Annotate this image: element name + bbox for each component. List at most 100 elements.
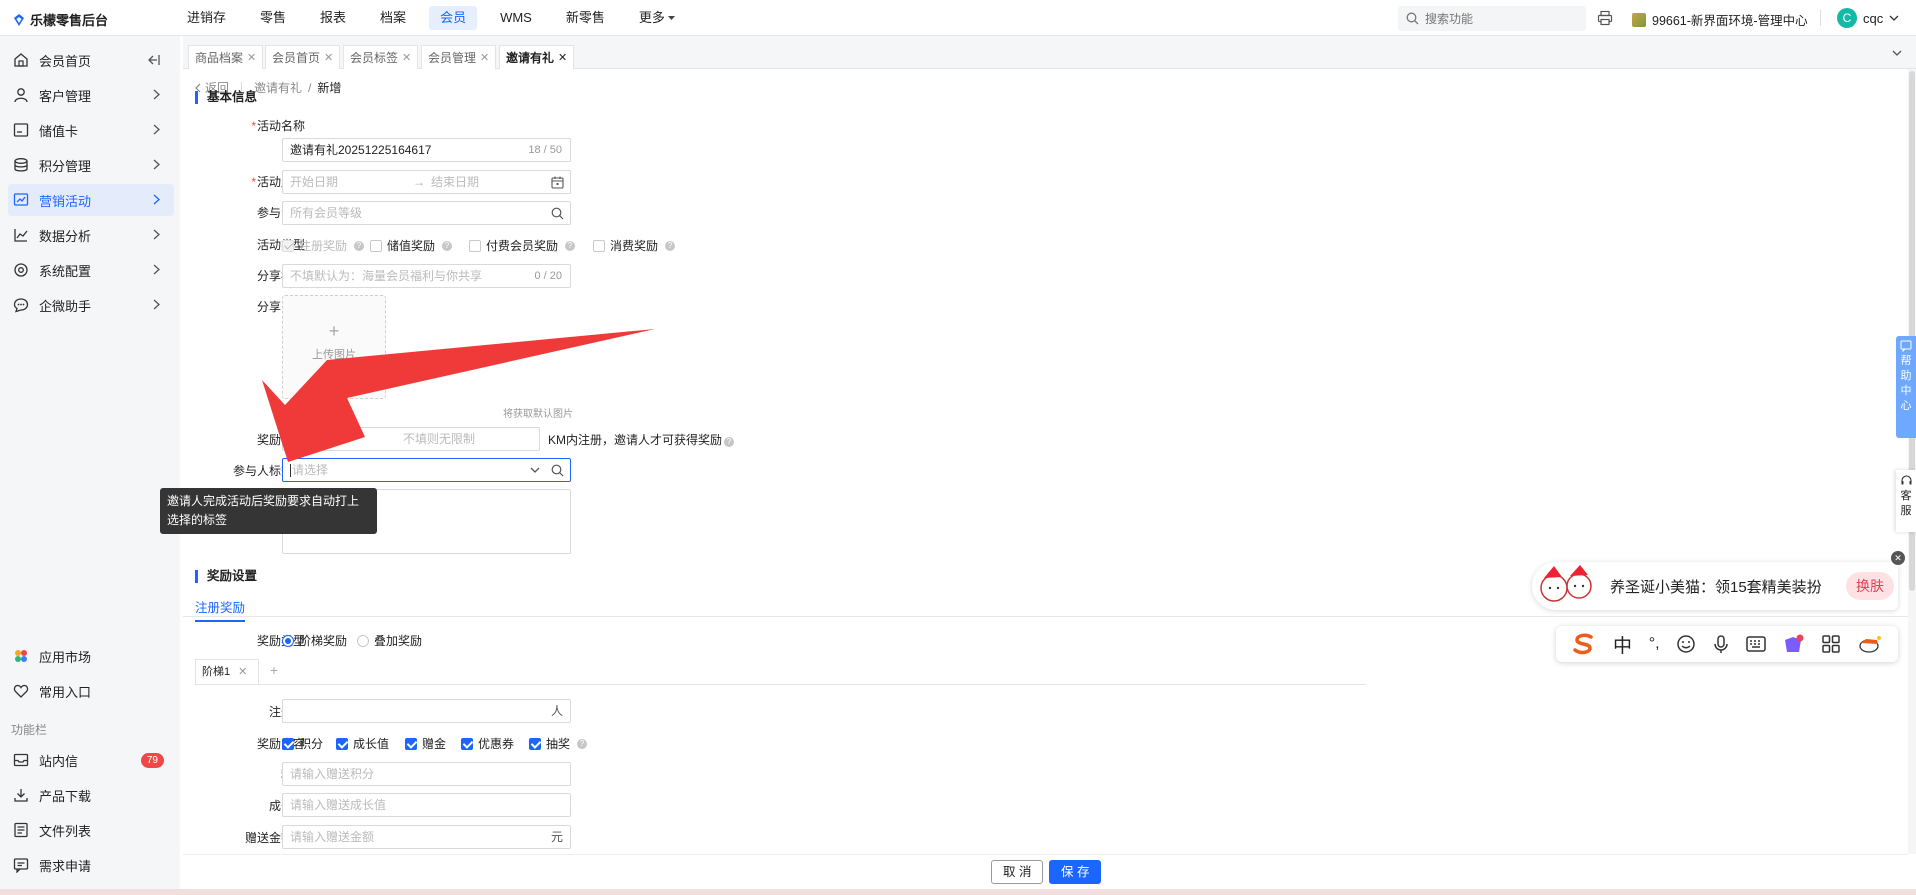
sidebar-item-file-list[interactable]: 文件列表 <box>8 814 174 846</box>
function-search[interactable] <box>1398 6 1586 31</box>
radio-stacked-reward[interactable]: 叠加奖励 <box>357 632 422 649</box>
sidebar-item-marketing[interactable]: 营销活动 <box>8 184 174 216</box>
nav-archive[interactable]: 档案 <box>369 6 417 30</box>
activity-name-input[interactable]: 邀请有礼20251225164617 18 / 50 <box>282 138 571 162</box>
search-icon[interactable] <box>551 464 564 477</box>
nav-wms[interactable]: WMS <box>489 6 543 30</box>
sidebar-item-customers[interactable]: 客户管理 <box>8 79 174 111</box>
tabs-dropdown-icon[interactable] <box>1892 50 1902 56</box>
tab-invite-gift[interactable]: 邀请有礼 ✕ <box>499 45 575 69</box>
content-growth-checkbox[interactable]: 成长值 <box>336 735 389 752</box>
sidebar-item-downloads[interactable]: 产品下载 <box>8 779 174 811</box>
scrollbar[interactable] <box>1908 69 1916 854</box>
content-coupon-checkbox[interactable]: 优惠券 <box>461 735 514 752</box>
content-lottery-checkbox[interactable]: 抽奖? <box>529 735 588 752</box>
help-center-button[interactable]: 帮助中心 <box>1896 336 1916 438</box>
participant-members-select[interactable]: 所有会员等级 <box>282 201 571 225</box>
sidebar-item-system-config[interactable]: 系统配置 <box>8 254 174 286</box>
tab-member-tags[interactable]: 会员标签 ✕ <box>343 45 419 69</box>
growth-input[interactable]: 请输入赠送成长值 <box>282 793 571 817</box>
sidebar-item-stored-card[interactable]: 储值卡 <box>8 114 174 146</box>
register-count-input[interactable]: 人 <box>282 699 571 723</box>
ime-punctuation-mode[interactable]: °, <box>1649 635 1660 653</box>
radio-tiered-reward[interactable]: 阶梯奖励 <box>282 632 347 649</box>
nav-more[interactable]: 更多 <box>628 6 686 30</box>
participant-tag-select[interactable]: 请选择 <box>282 458 571 482</box>
points-input[interactable]: 请输入赠送积分 <box>282 762 571 786</box>
type-paid-member-checkbox[interactable]: 付费会员奖励? <box>469 237 576 254</box>
skin-icon[interactable] <box>1782 634 1804 654</box>
sidebar-item-inbox[interactable]: 站内信 79 <box>8 744 174 776</box>
participant-tag-placeholder: 请选择 <box>292 463 329 477</box>
content-bonus-checkbox[interactable]: 赠金 <box>405 735 446 752</box>
checkbox[interactable] <box>593 239 605 252</box>
ime-promo-banner[interactable]: 养圣诞小美猫：领15套精美装扮 换肤 <box>1532 562 1898 610</box>
collapse-sidebar-icon[interactable] <box>147 54 160 66</box>
checkbox[interactable] <box>370 239 382 252</box>
printer-button[interactable] <box>1597 10 1613 26</box>
nav-reports[interactable]: 报表 <box>309 6 357 30</box>
checkbox[interactable] <box>461 737 473 750</box>
nav-inventory[interactable]: 进销存 <box>176 6 237 30</box>
share-title-input[interactable]: 不填默认为：海量会员福利与你共享 0 / 20 <box>282 264 571 288</box>
close-icon[interactable]: ✕ <box>480 47 489 69</box>
reward-limit-input[interactable]: 不填则无限制 <box>282 427 540 451</box>
close-icon[interactable]: ✕ <box>238 666 247 678</box>
tab-product-archive[interactable]: 商品档案 ✕ <box>188 45 264 69</box>
store-switcher[interactable]: 99661-新界面环境-管理中心 <box>1632 10 1808 29</box>
radio[interactable] <box>282 634 294 647</box>
sidebar-item-member-home[interactable]: 会员首页 <box>8 44 174 76</box>
breadcrumb-parent[interactable]: 邀请有礼 <box>254 79 302 96</box>
close-icon[interactable]: ✕ <box>402 47 411 69</box>
activity-period-range[interactable]: 开始日期 → 结束日期 <box>282 170 571 194</box>
add-tier-button[interactable]: + <box>259 662 289 678</box>
nav-member[interactable]: 会员 <box>429 6 478 30</box>
sidebar-section-label: 功能栏 <box>11 723 48 737</box>
cancel-button[interactable]: 取 消 <box>991 860 1044 884</box>
sidebar-item-wecom-assistant[interactable]: 企微助手 <box>8 289 174 321</box>
mascot-icon[interactable] <box>1858 634 1882 654</box>
nav-retail[interactable]: 零售 <box>249 6 297 30</box>
close-icon[interactable]: ✕ <box>1891 551 1905 565</box>
checkbox[interactable] <box>469 239 481 252</box>
store-name: 99661-新界面环境-管理中心 <box>1652 14 1808 28</box>
keyboard-icon[interactable] <box>1745 636 1766 652</box>
tab-register-reward[interactable]: 注册奖励 <box>195 597 246 622</box>
ime-skin-button[interactable]: 换肤 <box>1846 572 1894 600</box>
radio[interactable] <box>357 634 369 647</box>
start-date-placeholder[interactable]: 开始日期 <box>290 175 338 189</box>
gift-amount-input[interactable]: 请输入赠送金额 元 <box>282 825 571 849</box>
end-date-placeholder[interactable]: 结束日期 <box>431 171 479 193</box>
user-menu[interactable]: C cqc <box>1837 8 1899 28</box>
image-upload[interactable]: + 上传图片 <box>282 295 386 399</box>
nav-new-retail[interactable]: 新零售 <box>555 6 616 30</box>
tab-member-home[interactable]: 会员首页 ✕ <box>265 45 341 69</box>
checkbox[interactable] <box>529 737 541 750</box>
close-icon[interactable]: ✕ <box>558 47 567 69</box>
microphone-icon[interactable] <box>1713 634 1729 654</box>
type-consumption-checkbox[interactable]: 消费奖励? <box>593 237 676 254</box>
sidebar-item-app-market[interactable]: 应用市场 <box>8 640 174 672</box>
sidebar-item-requests[interactable]: 需求申请 <box>8 849 174 881</box>
apps-grid-icon[interactable] <box>1821 634 1841 654</box>
tier-tab[interactable]: 阶梯1 ✕ <box>195 659 259 685</box>
emoji-icon[interactable] <box>1676 634 1696 654</box>
close-icon[interactable]: ✕ <box>247 47 256 69</box>
ime-chinese-mode[interactable]: 中 <box>1613 631 1632 658</box>
checkbox[interactable] <box>405 737 417 750</box>
tab-label: 会员首页 <box>272 50 321 65</box>
content-points-checkbox[interactable]: 积分 <box>282 735 323 752</box>
type-stored-value-checkbox[interactable]: 储值奖励? <box>370 237 453 254</box>
sogou-logo-icon[interactable] <box>1572 633 1596 655</box>
sidebar-item-points[interactable]: 积分管理 <box>8 149 174 181</box>
brand[interactable]: 乐檬零售后台 <box>12 10 108 29</box>
close-icon[interactable]: ✕ <box>324 47 333 69</box>
function-search-input[interactable] <box>1425 11 1575 26</box>
sidebar-item-favorites[interactable]: 常用入口 <box>8 675 174 707</box>
save-button[interactable]: 保 存 <box>1049 860 1102 884</box>
customer-service-button[interactable]: 客服 <box>1896 470 1916 532</box>
checkbox[interactable] <box>336 737 348 750</box>
checkbox[interactable] <box>282 737 294 750</box>
sidebar-item-analytics[interactable]: 数据分析 <box>8 219 174 251</box>
tab-member-management[interactable]: 会员管理 ✕ <box>421 45 497 69</box>
